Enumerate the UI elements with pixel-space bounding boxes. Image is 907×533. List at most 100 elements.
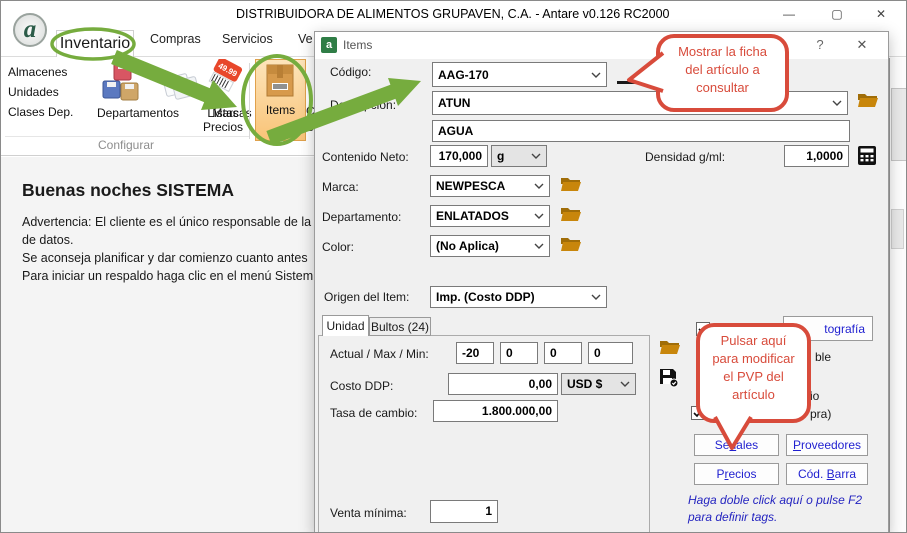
tasa-cambio-label: Tasa de cambio: [330,406,417,420]
departamento-label: Departamento: [322,210,401,224]
calculator-icon[interactable] [857,145,877,166]
dialog-title: Items [343,38,372,52]
tab-servicios[interactable]: Servicios [222,32,273,46]
origen-combobox[interactable]: Imp. (Costo DDP) [430,286,607,308]
ribbon-group-label: Configurar [1,138,251,152]
chevron-down-icon [591,72,601,78]
descripcion-label: Descripción: [330,98,396,112]
callout-line: del artículo a [660,61,785,79]
proveedores-button[interactable]: Proveedores [786,434,868,456]
listas-line1: Listas [199,106,247,120]
tags-hint-line1[interactable]: Haga doble click aquí o pulse F2 [688,493,862,507]
venta-minima-input[interactable]: 1 [430,500,498,523]
codigo-label: Código: [330,65,371,79]
densidad-input[interactable]: 1,0000 [784,145,849,167]
minimize-button[interactable]: — [773,3,805,26]
compra-label-fragment: pra) [810,407,831,421]
window-title: DISTRIBUIDORA DE ALIMENTOS GRUPAVEN, C.A… [236,7,669,21]
max-input[interactable]: 0 [500,342,538,364]
codigo-value: AAG-170 [438,68,591,82]
callout-line: consultar [660,79,785,97]
folder-open-icon[interactable] [560,205,582,223]
label-part: ecios [729,467,757,481]
marca-combobox[interactable]: NEWPESCA [430,175,550,197]
tab-inventario[interactable]: Inventario [56,30,134,57]
tasa-cambio-input[interactable]: 1.800.000,00 [433,400,558,422]
codigo-combobox[interactable]: AAG-170 [432,62,607,87]
folder-open-icon[interactable] [560,175,582,193]
max2-input[interactable]: 0 [544,342,582,364]
label-part: Cód. [798,467,827,481]
listas-precios-icon[interactable]: 49.99 [205,59,245,101]
ribbon-item-unidades[interactable]: Unidades [8,85,59,99]
tab-compras[interactable]: Compras [150,32,201,46]
dialog-help-button[interactable]: ? [810,37,830,52]
origen-label: Origen del Item: [324,290,409,304]
scrollbar-fragment[interactable] [891,209,904,249]
label-part: roveedores [801,438,861,452]
contenido-neto-label: Contenido Neto: [322,150,409,164]
tags-hint-line2[interactable]: para definir tags. [688,510,777,524]
callout-line: para modificar [700,350,807,368]
warning-line: de datos. [22,233,73,247]
label-part: ales [736,438,758,452]
marca-value: NEWPESCA [436,179,534,193]
min-input[interactable]: 0 [588,342,633,364]
marcas-icon[interactable] [159,67,203,105]
precios-button[interactable]: Precios [694,463,779,485]
chevron-down-icon [534,183,544,189]
densidad-label: Densidad g/ml: [645,150,725,164]
departamento-combobox[interactable]: ENLATADOS [430,205,550,227]
warning-line: Para iniciar un respaldo haga clic en el… [22,269,313,283]
origen-value: Imp. (Costo DDP) [436,290,591,304]
folder-open-icon[interactable] [857,91,879,109]
cod-barra-button[interactable]: Cód. Barra [786,463,868,485]
callout-line: el PVP del [700,368,807,386]
maximize-button[interactable]: ▢ [821,3,853,26]
covered-ribbon-button[interactable]: Co S [306,103,314,135]
folder-open-icon[interactable] [659,338,681,356]
costo-ddp-input[interactable]: 0,00 [448,373,558,395]
actual-max-min-label: Actual / Max / Min: [330,347,429,361]
senales-button[interactable]: Señales [694,434,779,456]
ribbon-item-clases-dep[interactable]: Clases Dep. [8,105,73,119]
unidad-medida-select[interactable]: g [491,145,547,167]
warning-line: Se aconseja planificar y dar comienzo cu… [22,251,308,265]
tab-unidad[interactable]: Unidad [322,315,369,336]
scrollbar-fragment[interactable] [891,88,907,161]
close-button[interactable]: ✕ [865,3,897,26]
color-label: Color: [322,240,354,254]
tab-bultos[interactable]: Bultos (24) [369,317,431,336]
departamento-value: ENLATADOS [436,209,534,223]
items-dialog: a Items ? ✕ Código: AAG-170 Descripción:… [314,31,889,533]
dialog-titlebar [315,32,888,59]
folder-open-icon[interactable] [560,235,582,253]
dash-mark [617,81,639,84]
descripcion2-input[interactable]: AGUA [432,120,850,142]
screen: DISTRIBUIDORA DE ALIMENTOS GRUPAVEN, C.A… [0,0,907,533]
warning-line: Advertencia: El cliente es el único resp… [22,215,311,229]
departamentos-icon[interactable] [101,61,139,105]
vendible-label-fragment: ble [815,350,831,364]
items-button-label: Items [255,103,306,117]
moneda-select[interactable]: USD $ [561,373,636,395]
covered-line1: Co [306,103,314,119]
callout-mostrar-ficha: Mostrar la ficha del artículo a consulta… [656,34,789,112]
listas-precios-button[interactable]: Listas Precios [199,106,247,134]
departamentos-button[interactable]: Departamentos [72,106,204,120]
unidad-medida-value: g [497,149,531,163]
color-combobox[interactable]: (No Aplica) [430,235,550,257]
actual-input[interactable]: -20 [456,342,494,364]
color-value: (No Aplica) [436,239,534,253]
label-part: B [827,467,835,481]
greeting-heading: Buenas noches SISTEMA [22,180,234,201]
items-box-icon [264,63,296,99]
contenido-neto-input[interactable]: 170,000 [430,145,488,167]
ribbon-item-almacenes[interactable]: Almacenes [8,65,67,79]
dialog-close-button[interactable]: ✕ [851,37,873,53]
listas-line2: Precios [199,120,247,134]
callout-line: Pulsar aquí [700,332,807,350]
save-disk-icon[interactable] [659,368,679,388]
tab-ventas-truncated[interactable]: Ve [298,32,313,46]
ribbon-group-separator [249,63,250,139]
